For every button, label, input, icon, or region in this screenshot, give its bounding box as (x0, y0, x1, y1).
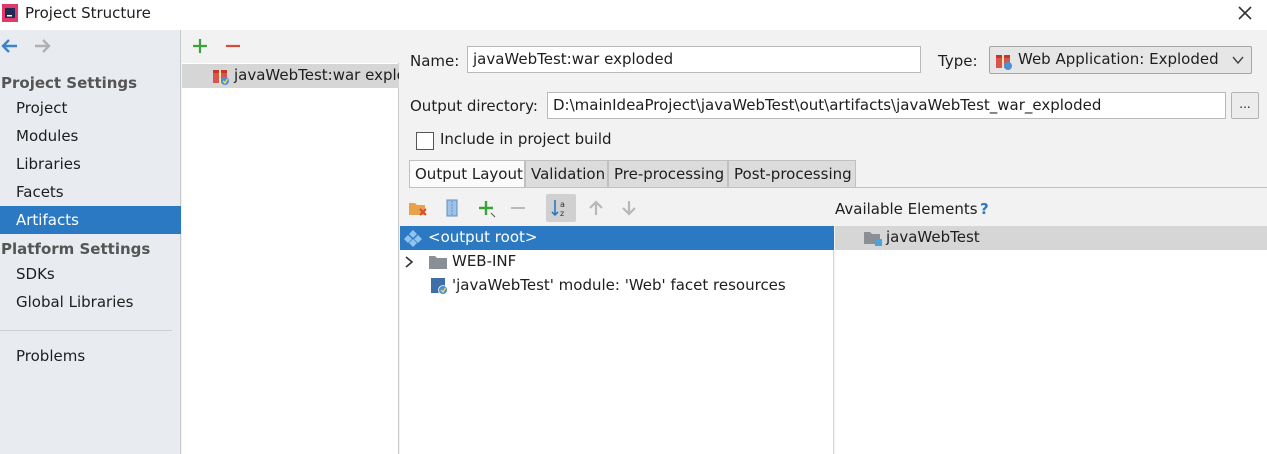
tree-node-web-inf[interactable]: WEB-INF (400, 250, 834, 274)
tree-node-web-facet-resources[interactable]: 'javaWebTest' module: 'Web' facet resour… (400, 274, 834, 298)
platform-settings-heading: Platform Settings (1, 240, 151, 258)
web-facet-icon (431, 278, 448, 295)
tab-pre-processing[interactable]: Pre-processing (608, 160, 728, 187)
artifact-list-toolbar (182, 30, 399, 63)
sidebar-divider (0, 330, 172, 331)
sidebar-item-libraries[interactable]: Libraries (0, 150, 181, 178)
sidebar-item-modules[interactable]: Modules (0, 122, 181, 150)
tab-post-processing[interactable]: Post-processing (728, 160, 856, 187)
move-down-icon[interactable] (619, 198, 639, 218)
layout-toolbar: a z (400, 190, 834, 226)
include-in-build-checkbox[interactable] (416, 132, 434, 150)
create-archive-icon[interactable] (442, 198, 462, 218)
war-artifact-icon (213, 70, 229, 85)
sidebar-item-global-libraries[interactable]: Global Libraries (0, 288, 181, 316)
tree-node-label: 'javaWebTest' module: 'Web' facet resour… (452, 276, 786, 294)
tree-node-label: <output root> (428, 228, 538, 246)
plus-icon[interactable] (190, 36, 210, 56)
artifact-list-pane: javaWebTest:war exploded (182, 30, 399, 454)
arrow-left-icon[interactable] (0, 38, 20, 54)
browse-button[interactable]: ... (1231, 92, 1259, 119)
arrow-right-icon[interactable] (32, 38, 52, 54)
tab-output-layout[interactable]: Output Layout (409, 160, 525, 187)
remove-icon[interactable] (508, 198, 528, 218)
type-dropdown[interactable]: Web Application: Exploded (989, 46, 1252, 74)
svg-text:z: z (560, 209, 564, 218)
intellij-icon (2, 4, 18, 22)
create-directory-icon[interactable] (408, 198, 428, 218)
output-layout-tree: <output root> WEB-INF 'javaWebTest' modu… (400, 226, 834, 454)
title-bar: Project Structure (0, 0, 1267, 30)
available-elements-title: Available Elements (835, 200, 978, 218)
sidebar-item-artifacts[interactable]: Artifacts (0, 206, 181, 234)
output-root-icon (404, 230, 422, 247)
available-elements-list: javaWebTest (835, 226, 1267, 454)
name-field[interactable]: javaWebTest:war exploded (467, 46, 921, 73)
name-label: Name: (410, 52, 460, 70)
artifact-list-item[interactable]: javaWebTest:war exploded (182, 64, 399, 88)
tab-divider (409, 187, 1267, 188)
sidebar-item-sdks[interactable]: SDKs (0, 260, 181, 288)
module-folder-icon (864, 232, 882, 246)
add-copy-icon[interactable] (476, 198, 496, 218)
sort-icon: a z (551, 200, 565, 218)
type-label: Type: (938, 52, 978, 70)
svg-text:a: a (560, 200, 565, 209)
type-selected-value: Web Application: Exploded (1018, 50, 1219, 68)
tree-node-label: WEB-INF (452, 252, 517, 270)
chevron-right-icon[interactable] (402, 253, 416, 271)
tree-node-output-root[interactable]: <output root> (400, 226, 834, 250)
output-directory-field[interactable]: D:\mainIdeaProject\javaWebTest\out\artif… (547, 92, 1226, 119)
window-title: Project Structure (25, 4, 151, 22)
move-up-icon[interactable] (586, 198, 606, 218)
web-app-icon (996, 55, 1012, 70)
settings-sidebar: Project Settings Project Modules Librari… (0, 30, 181, 454)
available-element-label: javaWebTest (886, 228, 980, 246)
tab-validation[interactable]: Validation (525, 160, 608, 187)
output-directory-label: Output directory: (410, 97, 538, 115)
project-settings-heading: Project Settings (1, 74, 138, 92)
minus-icon[interactable] (223, 36, 243, 56)
sidebar-item-project[interactable]: Project (0, 94, 181, 122)
folder-icon (429, 256, 447, 269)
help-icon[interactable]: ? (980, 200, 989, 218)
sort-button[interactable]: a z (546, 194, 576, 222)
sidebar-item-facets[interactable]: Facets (0, 178, 181, 206)
available-element-item[interactable]: javaWebTest (835, 226, 1267, 250)
artifact-name: javaWebTest:war exploded (234, 66, 399, 84)
sidebar-item-problems[interactable]: Problems (0, 342, 181, 370)
chevron-down-icon (1232, 56, 1244, 65)
artifact-details-pane: Name: javaWebTest:war exploded Type: Web… (400, 30, 1267, 454)
include-in-build-label: Include in project build (440, 130, 612, 148)
close-icon[interactable] (1233, 1, 1257, 25)
